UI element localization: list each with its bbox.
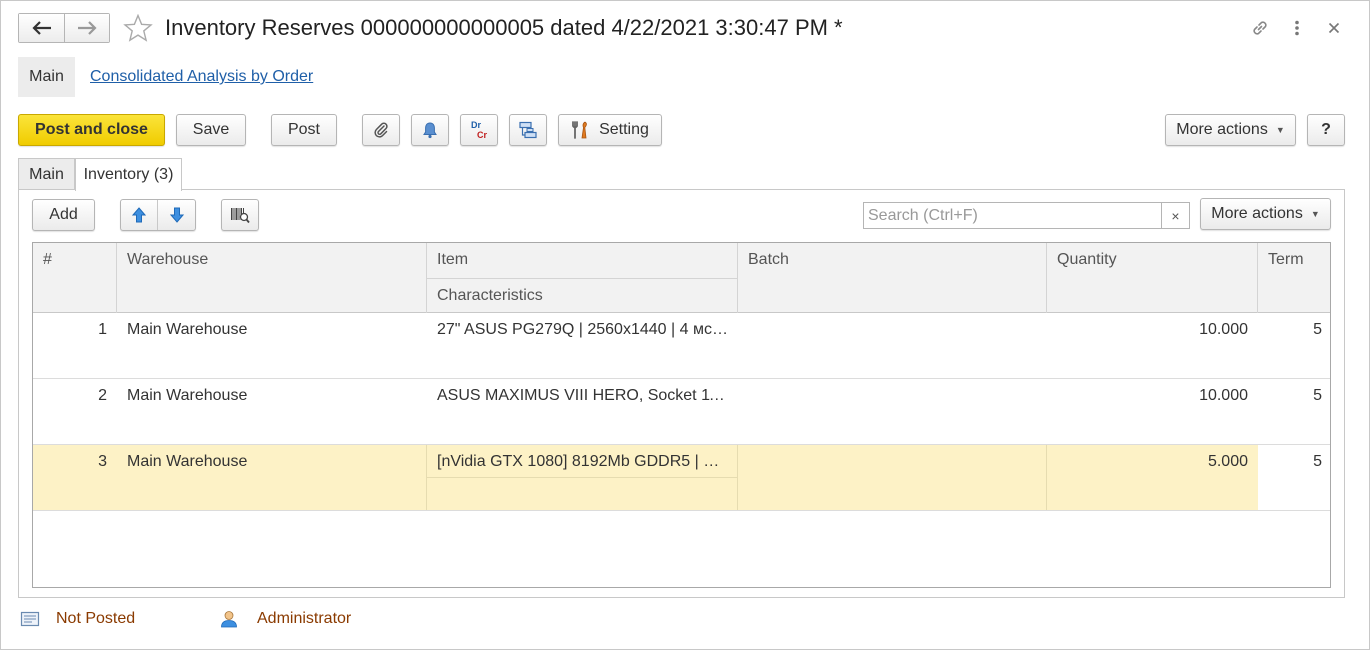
column-header-characteristics[interactable]: Characteristics bbox=[427, 278, 738, 313]
close-icon bbox=[1328, 22, 1340, 34]
structure-button[interactable] bbox=[509, 114, 547, 146]
arrow-up-icon bbox=[132, 207, 146, 223]
column-header-warehouse[interactable]: Warehouse bbox=[117, 243, 427, 313]
post-button[interactable]: Post bbox=[271, 114, 337, 146]
forward-button[interactable] bbox=[64, 14, 109, 42]
column-header-item[interactable]: Item bbox=[427, 243, 738, 278]
row-number: 3 bbox=[98, 453, 107, 470]
chevron-down-icon: ▼ bbox=[1310, 209, 1320, 219]
column-header-term[interactable]: Term bbox=[1258, 243, 1330, 313]
arrow-right-icon bbox=[78, 21, 97, 35]
column-header-num[interactable]: # bbox=[33, 243, 117, 313]
responsible-user[interactable]: Administrator bbox=[257, 610, 351, 628]
vertical-dots-icon bbox=[1295, 20, 1299, 36]
table-header: # Warehouse Item Characteristics Batch Q… bbox=[33, 243, 1330, 313]
reminder-button[interactable] bbox=[411, 114, 449, 146]
table-more-actions-button[interactable]: More actions ▼ bbox=[1200, 198, 1331, 230]
row-term[interactable]: 5 bbox=[1258, 445, 1330, 510]
barcode-icon bbox=[231, 208, 250, 224]
close-button[interactable] bbox=[1323, 17, 1345, 39]
row-number: 2 bbox=[98, 387, 107, 404]
barcode-search-button[interactable] bbox=[221, 199, 259, 231]
column-header-batch[interactable]: Batch bbox=[738, 243, 1047, 313]
table-row[interactable]: 1 Main Warehouse 27" ASUS PG279Q | 2560x… bbox=[33, 313, 1330, 379]
hierarchy-icon bbox=[519, 121, 537, 139]
row-term: 5 bbox=[1313, 321, 1322, 338]
row-item[interactable]: [nVidia GTX 1080] 8192Mb GDDR5 | … bbox=[427, 445, 738, 477]
row-batch bbox=[738, 313, 1047, 378]
document-status-icon bbox=[20, 611, 40, 627]
back-button[interactable] bbox=[19, 14, 64, 42]
paperclip-icon bbox=[374, 122, 388, 138]
dr-label: Dr bbox=[470, 120, 481, 130]
more-actions-label: More actions bbox=[1176, 121, 1268, 138]
tools-icon bbox=[572, 121, 587, 139]
table-more-actions-label: More actions bbox=[1211, 205, 1303, 222]
user-icon bbox=[221, 611, 237, 628]
bell-icon bbox=[423, 122, 437, 139]
setting-button[interactable]: Setting bbox=[558, 114, 662, 146]
row-item: 27" ASUS PG279Q | 2560x1440 | 4 мс… bbox=[437, 321, 728, 338]
arrow-left-icon bbox=[31, 21, 51, 35]
search-box: × bbox=[863, 202, 1190, 229]
add-button[interactable]: Add bbox=[32, 199, 95, 231]
favorite-star-button[interactable] bbox=[122, 13, 154, 43]
attachments-button[interactable] bbox=[362, 114, 400, 146]
help-button[interactable]: ? bbox=[1307, 114, 1345, 146]
column-header-quantity[interactable]: Quantity bbox=[1047, 243, 1258, 313]
row-batch[interactable] bbox=[738, 445, 1047, 510]
document-window: Inventory Reserves 000000000000005 dated… bbox=[0, 0, 1370, 650]
link-icon bbox=[1253, 21, 1267, 35]
star-icon bbox=[123, 14, 153, 42]
row-characteristics[interactable] bbox=[427, 478, 738, 510]
arrow-down-icon bbox=[169, 207, 184, 223]
search-clear-button[interactable]: × bbox=[1161, 203, 1189, 228]
move-down-button[interactable] bbox=[158, 200, 195, 230]
dr-cr-button[interactable]: Dr Cr bbox=[460, 114, 498, 146]
tab-inventory[interactable]: Inventory (3) bbox=[75, 158, 182, 191]
chevron-down-icon: ▼ bbox=[1275, 125, 1285, 135]
save-button[interactable]: Save bbox=[176, 114, 246, 146]
table-row-selected[interactable]: 3 Main Warehouse [nVidia GTX 1080] 8192M… bbox=[33, 445, 1330, 511]
row-item: ASUS MAXIMUS VIII HERO, Socket 11… bbox=[437, 387, 734, 404]
row-quantity: 10.000 bbox=[1199, 387, 1248, 404]
move-buttons bbox=[120, 199, 196, 231]
row-number: 1 bbox=[98, 321, 107, 338]
row-term: 5 bbox=[1313, 387, 1322, 404]
section-main[interactable]: Main bbox=[18, 57, 75, 97]
row-warehouse: Main Warehouse bbox=[127, 321, 248, 338]
navigation-buttons bbox=[18, 13, 110, 43]
more-menu-button[interactable] bbox=[1286, 17, 1308, 39]
row-quantity: 10.000 bbox=[1199, 321, 1248, 338]
table-row[interactable]: 2 Main Warehouse ASUS MAXIMUS VIII HERO,… bbox=[33, 379, 1330, 445]
setting-label: Setting bbox=[599, 121, 649, 138]
move-up-button[interactable] bbox=[121, 200, 158, 230]
row-batch bbox=[738, 379, 1047, 444]
row-warehouse: Main Warehouse bbox=[117, 445, 427, 510]
search-input[interactable] bbox=[864, 203, 1161, 228]
page-title: Inventory Reserves 000000000000005 dated… bbox=[165, 15, 843, 40]
cr-label: Cr bbox=[476, 130, 487, 140]
tab-main[interactable]: Main bbox=[18, 158, 75, 190]
more-actions-button[interactable]: More actions ▼ bbox=[1165, 114, 1296, 146]
posting-status[interactable]: Not Posted bbox=[56, 610, 135, 628]
consolidated-analysis-link[interactable]: Consolidated Analysis by Order bbox=[90, 68, 313, 86]
post-and-close-button[interactable]: Post and close bbox=[18, 114, 165, 146]
link-button[interactable] bbox=[1249, 17, 1271, 39]
inventory-table: # Warehouse Item Characteristics Batch Q… bbox=[32, 242, 1331, 588]
row-warehouse: Main Warehouse bbox=[127, 387, 248, 404]
row-quantity[interactable]: 5.000 bbox=[1047, 445, 1258, 510]
